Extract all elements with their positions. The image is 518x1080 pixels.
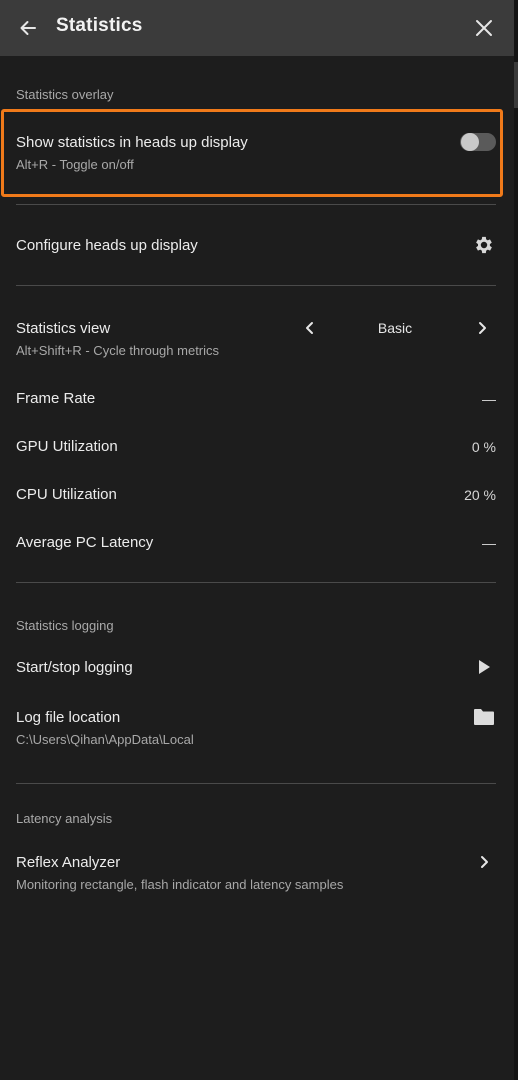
panel-header: Statistics [0,0,514,56]
page-title: Statistics [56,15,143,36]
close-button[interactable] [470,14,498,42]
metric-label-gpu: GPU Utilization [16,438,118,455]
start-stop-logging-title[interactable]: Start/stop logging [16,659,133,676]
open-log-folder-button[interactable] [472,706,496,728]
statistics-view-shortcut: Alt+Shift+R - Cycle through metrics [16,343,220,358]
divider [16,204,496,205]
statistics-view-title: Statistics view [16,320,111,337]
divider [16,285,496,286]
chevron-left-icon [306,322,313,334]
metric-label-cpu: CPU Utilization [16,486,117,503]
gear-icon [476,236,492,254]
statistics-panel: Statistics Statistics overlay Show stati… [0,0,518,1080]
section-label-overlay: Statistics overlay [16,87,114,102]
metric-label-frame-rate: Frame Rate [16,390,96,407]
show-stats-toggle[interactable] [460,133,496,151]
chevron-right-icon [479,322,486,334]
section-label-latency: Latency analysis [16,811,113,826]
metric-value-cpu: 20 % [464,487,496,503]
window-edge [514,0,518,1080]
chevron-right-icon [481,856,488,868]
divider [16,783,496,784]
show-stats-shortcut: Alt+R - Toggle on/off [16,157,134,172]
play-icon [479,660,490,674]
configure-hud-title[interactable]: Configure heads up display [16,237,198,254]
folder-icon [474,709,494,725]
start-stop-logging-button[interactable] [474,656,494,678]
log-file-location-title: Log file location [16,709,121,726]
metric-value-latency: — [482,535,496,551]
configure-hud-button[interactable] [472,233,496,257]
statistics-view-value: Basic [377,320,413,336]
arrow-left-icon [20,21,36,35]
reflex-analyzer-open-button[interactable] [474,852,494,872]
metric-value-gpu: 0 % [471,439,496,455]
view-next-button[interactable] [472,318,492,338]
metric-label-latency: Average PC Latency [16,534,154,551]
view-previous-button[interactable] [300,318,320,338]
background-scroll-mark [514,62,518,108]
reflex-analyzer-title[interactable]: Reflex Analyzer [16,854,120,871]
toggle-knob [461,133,479,151]
section-label-logging: Statistics logging [16,618,114,633]
show-stats-row-highlight[interactable] [1,109,503,197]
divider [16,582,496,583]
reflex-analyzer-description: Monitoring rectangle, flash indicator an… [16,877,344,892]
close-icon [476,20,492,36]
show-stats-title: Show statistics in heads up display [16,134,248,151]
back-button[interactable] [14,14,42,42]
metric-value-frame-rate: — [482,391,496,407]
log-file-path: C:\Users\Qihan\AppData\Local [16,732,194,747]
